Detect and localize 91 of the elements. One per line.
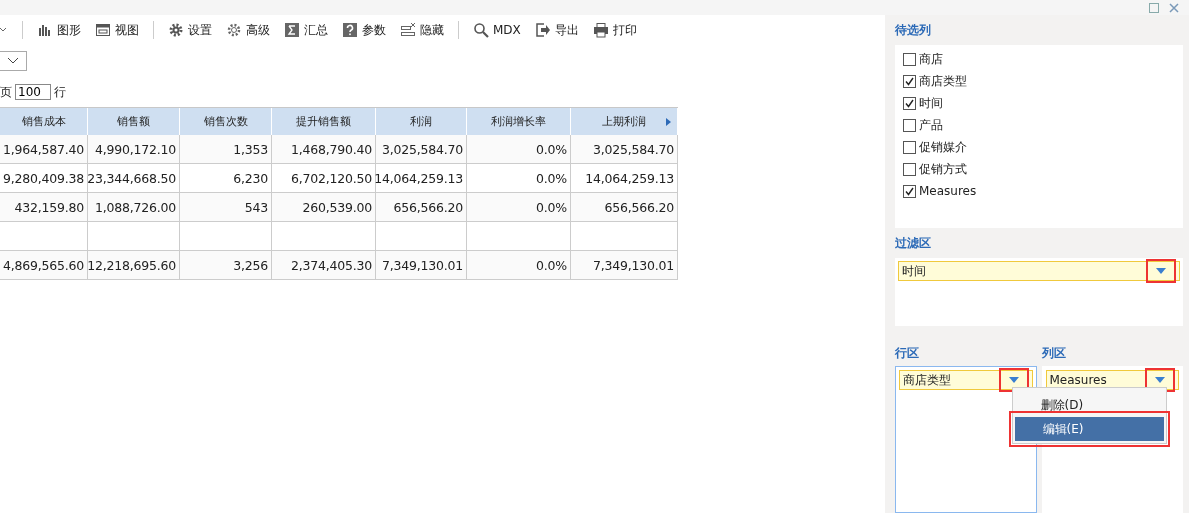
- toolbar-button[interactable]: 参数: [342, 21, 386, 39]
- toolbar-button[interactable]: 高级: [226, 21, 270, 39]
- dropdown-button[interactable]: [1146, 259, 1176, 283]
- field-chip[interactable]: 商店类型: [899, 370, 1033, 390]
- column-header: 提升销售额: [272, 108, 376, 135]
- column-header: 销售额: [88, 108, 180, 135]
- column-header: 上期利润: [571, 108, 678, 135]
- menu-item[interactable]: 删除(D): [1012, 393, 1166, 417]
- print-icon: [592, 22, 609, 38]
- checkbox-label: 产品: [919, 116, 943, 134]
- search-icon: [473, 22, 489, 38]
- dropdown-arrow-icon: [1008, 377, 1019, 383]
- checkbox-label: 促销媒介: [919, 138, 967, 156]
- table-cell: 1,468,790.40: [272, 135, 376, 164]
- close-icon[interactable]: [1169, 2, 1179, 13]
- hide-columns-icon: [400, 22, 416, 38]
- dropdown-arrow-icon: [1155, 377, 1165, 383]
- checkbox-label: 商店: [919, 50, 943, 68]
- settings-icon: [168, 22, 184, 38]
- table-cell: 543: [180, 193, 272, 222]
- checkbox[interactable]: [903, 96, 916, 110]
- dropdown-arrow-icon: [1156, 268, 1166, 274]
- toolbar-button[interactable]: 视图: [95, 21, 139, 39]
- help-icon: [342, 22, 358, 38]
- table-cell: 3,025,584.70: [376, 135, 467, 164]
- table-cell: 656,566.20: [376, 193, 467, 222]
- table-cell: 3,025,584.70: [571, 135, 678, 164]
- table-cell: 1,353: [180, 135, 272, 164]
- scroll-right-icon[interactable]: [666, 117, 671, 126]
- field-label: Measures: [1049, 373, 1107, 387]
- table-cell: 1,964,587.40: [0, 135, 88, 164]
- checkbox[interactable]: [903, 52, 916, 66]
- toolbar-button[interactable]: 设置: [168, 21, 212, 39]
- table-cell: 12,218,695.60: [88, 251, 180, 280]
- field-chip[interactable]: Measures: [1045, 370, 1179, 390]
- toolbar-button[interactable]: 图形: [37, 21, 81, 39]
- table-cell: 2,374,405.30: [272, 251, 376, 280]
- table-cell: 9,280,409.38: [0, 164, 88, 193]
- chevron-down-icon: [7, 57, 19, 65]
- toolbar-button[interactable]: 汇总: [284, 21, 328, 39]
- section-title: 列区: [1041, 344, 1067, 362]
- page-size-unit: 行: [54, 83, 66, 101]
- table-cell: 432,159.80: [0, 193, 88, 222]
- section-title: 过滤区: [895, 234, 932, 252]
- checkbox-label: 促销方式: [919, 160, 967, 178]
- export-icon: [534, 22, 551, 38]
- field-label: 商店类型: [903, 371, 951, 389]
- checkbox[interactable]: [903, 118, 916, 132]
- table-cell: 656,566.20: [571, 193, 678, 222]
- toolbar-button[interactable]: 隐藏: [400, 21, 444, 39]
- menu-item[interactable]: 编辑(E): [1014, 417, 1164, 441]
- table-cell: 260,539.00: [272, 193, 376, 222]
- table-cell: 4,869,565.60: [0, 251, 88, 280]
- field-label: 时间: [902, 262, 926, 280]
- table-cell: 0.0%: [467, 193, 571, 222]
- table-cell: 3,256: [180, 251, 272, 280]
- sigma-icon: [284, 22, 300, 38]
- toolbar-button[interactable]: MDX: [473, 22, 521, 38]
- checkbox-label: 商店类型: [919, 72, 967, 90]
- table-cell: 1,088,726.00: [88, 193, 180, 222]
- table-cell: 6,702,120.50: [272, 164, 376, 193]
- checkbox[interactable]: [903, 162, 916, 176]
- table-cell: 4,990,172.10: [88, 135, 180, 164]
- column-header: 销售成本: [0, 108, 88, 135]
- table-cell: 0.0%: [467, 251, 571, 280]
- page-size-input[interactable]: 100: [15, 84, 51, 100]
- table-cell: 23,344,668.50: [88, 164, 180, 193]
- checkbox-label: Measures: [919, 184, 977, 198]
- table-cell: 7,349,130.01: [571, 251, 678, 280]
- column-header: 利润: [376, 108, 467, 135]
- column-header: 销售次数: [180, 108, 272, 135]
- checkbox[interactable]: [903, 74, 916, 88]
- table-cell: 7,349,130.01: [376, 251, 467, 280]
- toolbar-button[interactable]: 导出: [534, 21, 579, 39]
- table-cell: 14,064,259.13: [376, 164, 467, 193]
- section-title: 待选列: [895, 21, 932, 39]
- bar-chart-icon: [37, 22, 53, 38]
- table-cell: 0.0%: [467, 164, 571, 193]
- field-chip[interactable]: 时间: [898, 261, 1180, 281]
- section-title: 行区: [895, 344, 920, 362]
- column-header: 利润增长率: [467, 108, 571, 135]
- table-cell: 0.0%: [467, 135, 571, 164]
- gear-icon: [226, 22, 242, 38]
- checkbox[interactable]: [903, 184, 916, 198]
- window-icon: [95, 22, 111, 38]
- checkbox-label: 时间: [919, 94, 943, 112]
- toolbar-button[interactable]: 打印: [592, 21, 637, 39]
- page-size-label: 页: [0, 83, 12, 101]
- checkbox[interactable]: [903, 140, 916, 154]
- table-cell: 14,064,259.13: [571, 164, 678, 193]
- table-cell: 6,230: [180, 164, 272, 193]
